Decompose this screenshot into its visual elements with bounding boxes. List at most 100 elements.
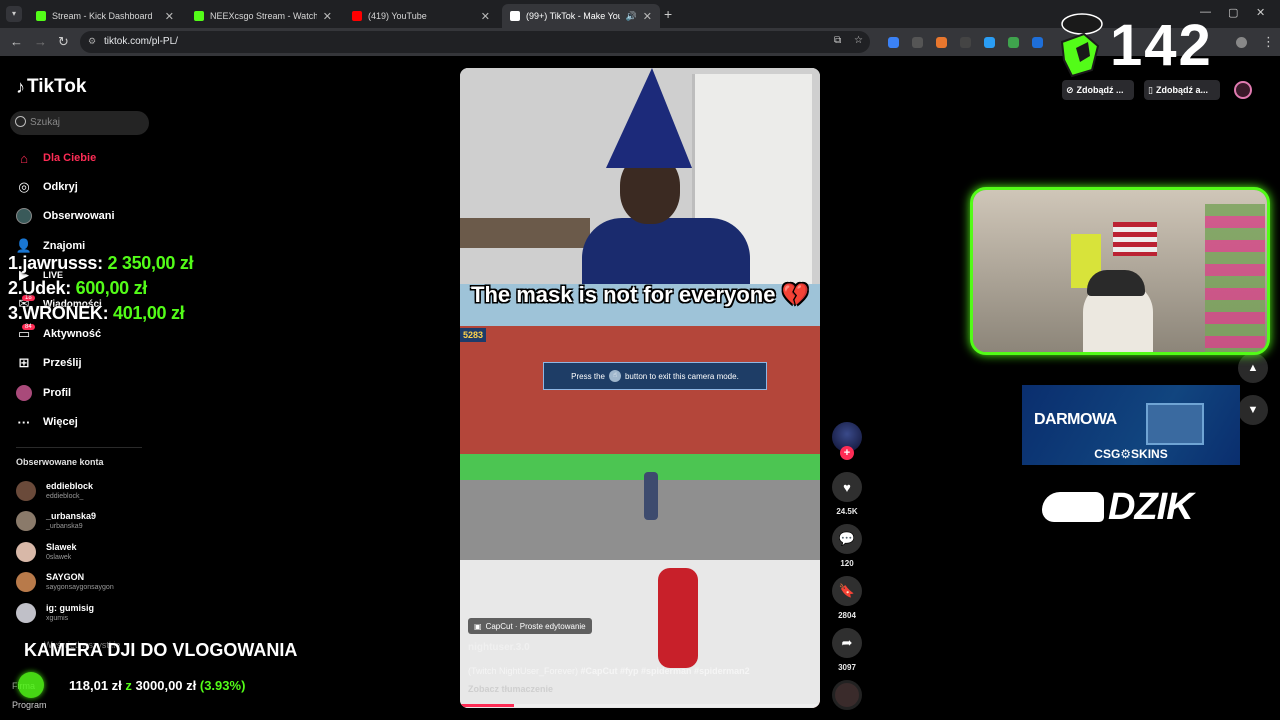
goal-title: KAMERA DJI DO VLOGOWANIA	[24, 640, 298, 660]
maximize-icon[interactable]: ▢	[1228, 6, 1238, 19]
extension-icon[interactable]	[1008, 37, 1019, 48]
logo-text: TikTok	[27, 76, 87, 97]
extension-icon[interactable]	[960, 37, 971, 48]
share-button[interactable]: ➦	[832, 628, 862, 658]
close-icon[interactable]: ✕	[323, 10, 332, 23]
profile-circle-icon[interactable]	[1234, 81, 1252, 99]
capcut-tag[interactable]: ▣ CapCut · Proste edytowanie	[468, 618, 592, 634]
extension-icon[interactable]	[936, 37, 947, 48]
account-handle: eddieblock_	[46, 493, 84, 500]
nav-explore[interactable]: ◎ Odkryj	[16, 176, 78, 198]
prompt-text-b: button to exit this camera mode.	[624, 371, 739, 381]
search-placeholder: Szukaj	[30, 117, 61, 128]
nav-profile[interactable]: Profil	[16, 382, 71, 404]
donor-name: WRONEK:	[22, 303, 109, 323]
get-offer-button-2[interactable]: ▯ Zdobądź a...	[1144, 80, 1220, 100]
close-icon[interactable]: ✕	[643, 10, 652, 23]
upload-icon: ⊞	[18, 355, 30, 370]
bookmark-star-icon[interactable]: ☆	[854, 35, 863, 46]
comment-icon: 💬	[838, 531, 856, 546]
nav-upload[interactable]: ⊞ Prześlij	[16, 352, 82, 374]
capcut-icon: ▣	[474, 621, 482, 631]
close-icon[interactable]: ✕	[165, 10, 174, 23]
browser-tab-neexcsgo[interactable]: NEEXcsgo Stream - Watch Live ✕	[186, 4, 340, 28]
phone-icon: ▯	[1148, 84, 1153, 95]
nav-for-you[interactable]: ⌂ Dla Ciebie	[16, 147, 96, 169]
chevron-down-icon: ▼	[1247, 404, 1259, 416]
tab-search-button[interactable]: ▾	[6, 6, 22, 22]
followed-account-item[interactable]: _urbanska9 _urbanska9	[16, 508, 96, 534]
tiktok-icon	[510, 11, 520, 21]
followed-account-item[interactable]: eddieblock eddieblock_	[16, 478, 93, 504]
extension-icon[interactable]	[888, 37, 899, 48]
new-tab-button[interactable]: +	[664, 6, 672, 22]
tab-title: (419) YouTube	[368, 11, 427, 21]
extension-icon[interactable]	[984, 37, 995, 48]
donation-amount: 600,00 zł	[75, 278, 148, 298]
avatar	[16, 511, 36, 531]
back-icon[interactable]: ←	[10, 34, 23, 49]
account-name: SAYGON	[46, 572, 85, 582]
translate-link[interactable]: Zobacz tłumaczenie	[468, 684, 553, 694]
address-bar[interactable]: ⚙ tiktok.com/pl-PL/ ⧉ ☆	[80, 31, 870, 53]
followed-account-item[interactable]: Slawek 0slawek	[16, 539, 77, 565]
followed-account-item[interactable]: ig: gumisig xgumis	[16, 600, 94, 626]
next-video-button[interactable]: ▼	[1238, 395, 1268, 425]
case-box-icon	[1146, 403, 1204, 445]
nav-label: Prześlij	[43, 357, 82, 369]
site-info-icon[interactable]: ⚙	[88, 36, 96, 47]
footer-link-program[interactable]: Program	[12, 700, 47, 710]
video-progress-bar[interactable]	[460, 704, 820, 707]
profile-avatar-icon[interactable]	[1236, 37, 1247, 48]
close-window-icon[interactable]: ✕	[1256, 6, 1265, 19]
account-name: ig: gumisig	[46, 603, 94, 613]
comment-count: 120	[840, 559, 854, 568]
video-progress-fill	[460, 704, 514, 707]
close-icon[interactable]: ✕	[481, 10, 490, 23]
forward-icon[interactable]: →	[34, 34, 47, 49]
goal-current: 118,01 zł	[69, 678, 122, 693]
nav-following[interactable]: Obserwowani	[16, 205, 115, 227]
hashtags[interactable]: #CapCut #fyp #spiderman #spiderman2	[581, 666, 750, 676]
browser-tab-kick-dashboard[interactable]: Stream - Kick Dashboard ✕	[28, 4, 182, 28]
comment-button[interactable]: 💬	[832, 524, 862, 554]
dzik-ad: DZIK	[1022, 466, 1242, 542]
install-app-icon[interactable]: ⧉	[834, 35, 841, 46]
hand-icon: ☝	[608, 370, 621, 382]
video-brick-wall	[460, 326, 820, 454]
goal-target: 3000,00 zł	[135, 678, 197, 693]
follow-plus-icon[interactable]: +	[840, 446, 854, 460]
video-username[interactable]: nightuser.3.0	[468, 642, 530, 653]
extension-icon[interactable]	[1032, 37, 1043, 48]
video-road	[460, 480, 820, 560]
browser-tab-youtube[interactable]: (419) YouTube ✕	[344, 4, 498, 28]
leaderboard-row: 1.jawrusss: 2 350,00 zł	[8, 253, 194, 274]
previous-video-button[interactable]: ▲	[1238, 353, 1268, 383]
save-button[interactable]: 🔖	[832, 576, 862, 606]
like-count: 24.5K	[836, 507, 858, 516]
tiktok-note-icon: ♪	[16, 76, 25, 97]
like-button[interactable]: ♥	[832, 472, 862, 502]
menu-dots-icon[interactable]: ⋮	[1262, 34, 1275, 50]
search-input[interactable]: Szukaj	[10, 111, 149, 135]
tiktok-logo[interactable]: ♪ TikTok	[16, 76, 86, 98]
donor-name: Udek:	[22, 278, 71, 298]
get-offer-button-1[interactable]: ⊘ Zdobądź ...	[1062, 80, 1134, 100]
nav-label: Odkryj	[43, 181, 78, 193]
extension-icon[interactable]	[912, 37, 923, 48]
chevron-up-icon: ▲	[1247, 362, 1259, 374]
account-handle: xgumis	[46, 615, 69, 622]
leaderboard-row: 2.Udek: 600,00 zł	[8, 278, 147, 299]
music-disc-icon[interactable]	[832, 680, 862, 710]
video-player[interactable]: The mask is not for everyone 💔 5283 Pres…	[460, 68, 820, 708]
reload-icon[interactable]: ↻	[58, 34, 69, 50]
kick-icon	[36, 11, 46, 21]
sidebar-divider	[16, 447, 142, 448]
ad-brand: CSG⚙SKINS	[1094, 447, 1168, 461]
nav-more[interactable]: ··· Więcej	[16, 411, 78, 433]
nav-label: Aktywność	[43, 328, 102, 340]
speaker-icon[interactable]: 🔊	[626, 11, 637, 22]
browser-tab-tiktok[interactable]: (99+) TikTok - Make Your Day 🔊 ✕	[502, 4, 660, 28]
followed-account-item[interactable]: SAYGON saygonsaygonsaygon	[16, 569, 114, 595]
url-text[interactable]: tiktok.com/pl-PL/	[104, 36, 178, 47]
